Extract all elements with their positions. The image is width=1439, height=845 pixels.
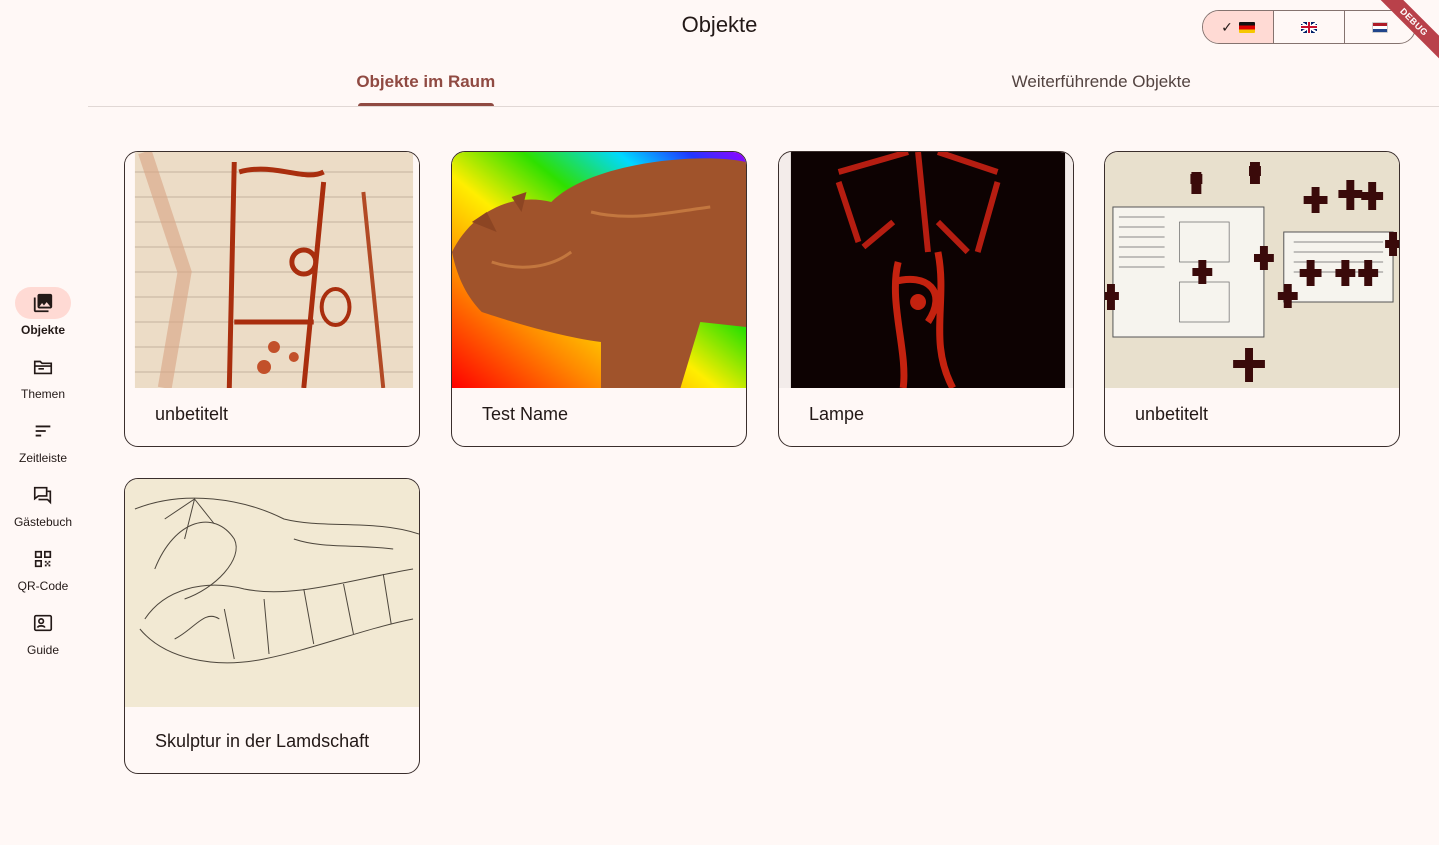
forum-icon: [15, 479, 71, 511]
tab-objects-in-room[interactable]: Objekte im Raum: [88, 58, 764, 106]
rail-label: Zeitleiste: [18, 451, 68, 465]
language-switcher[interactable]: ✓: [1202, 10, 1416, 44]
object-card[interactable]: unbetitelt: [1104, 151, 1400, 447]
rail-item-objekte[interactable]: Objekte: [0, 287, 86, 351]
language-option-gb[interactable]: [1273, 11, 1344, 43]
rail-label: QR-Code: [17, 579, 69, 593]
sort-icon: [15, 415, 71, 447]
rail-label: Objekte: [20, 323, 65, 337]
navigation-rail: Objekte Themen Zeitleiste Gästebuch QR-C…: [0, 287, 86, 671]
object-title: Test Name: [482, 404, 569, 424]
rail-item-qr-code[interactable]: QR-Code: [0, 543, 86, 607]
tab-label: Weiterführende Objekte: [1011, 72, 1191, 91]
dutch-flag-icon: [1372, 21, 1388, 33]
rail-item-themen[interactable]: Themen: [0, 351, 86, 415]
qr-code-icon: [15, 543, 71, 575]
app-root: Objekte ✓ DEBUG Objekte im Raum Weiterfü…: [0, 0, 1439, 845]
tab-label: Objekte im Raum: [356, 72, 496, 91]
rail-item-gaestebuch[interactable]: Gästebuch: [0, 479, 86, 543]
rail-label: Gästebuch: [13, 515, 73, 529]
tab-bar: Objekte im Raum Weiterführende Objekte: [88, 58, 1439, 107]
object-card[interactable]: unbetitelt: [124, 151, 420, 447]
object-title: unbetitelt: [155, 404, 229, 424]
british-flag-icon: [1301, 21, 1317, 33]
object-card[interactable]: Lampe: [778, 151, 1074, 447]
photo-library-icon: [15, 287, 71, 319]
object-image: [779, 152, 1073, 388]
object-card[interactable]: Test Name: [451, 151, 747, 447]
object-title: unbetitelt: [1135, 404, 1209, 424]
check-icon: ✓: [1221, 18, 1233, 35]
tab-further-objects[interactable]: Weiterführende Objekte: [764, 58, 1439, 106]
german-flag-icon: [1238, 21, 1255, 33]
rail-label: Guide: [26, 643, 60, 657]
object-title: Lampe: [809, 404, 865, 424]
rail-item-guide[interactable]: Guide: [0, 607, 86, 671]
rail-item-zeitleiste[interactable]: Zeitleiste: [0, 415, 86, 479]
object-card[interactable]: Skulptur in der Lamdschaft: [124, 478, 420, 774]
folder-icon: [15, 351, 71, 383]
object-image: [125, 479, 419, 715]
object-image: [1105, 152, 1399, 388]
guide-icon: [15, 607, 71, 639]
object-image: [125, 152, 419, 388]
rail-label: Themen: [20, 387, 66, 401]
object-title: Skulptur in der Lamdschaft: [155, 731, 370, 751]
language-option-de[interactable]: ✓: [1203, 11, 1273, 43]
tab-indicator: [357, 103, 494, 106]
object-image: [452, 152, 746, 388]
